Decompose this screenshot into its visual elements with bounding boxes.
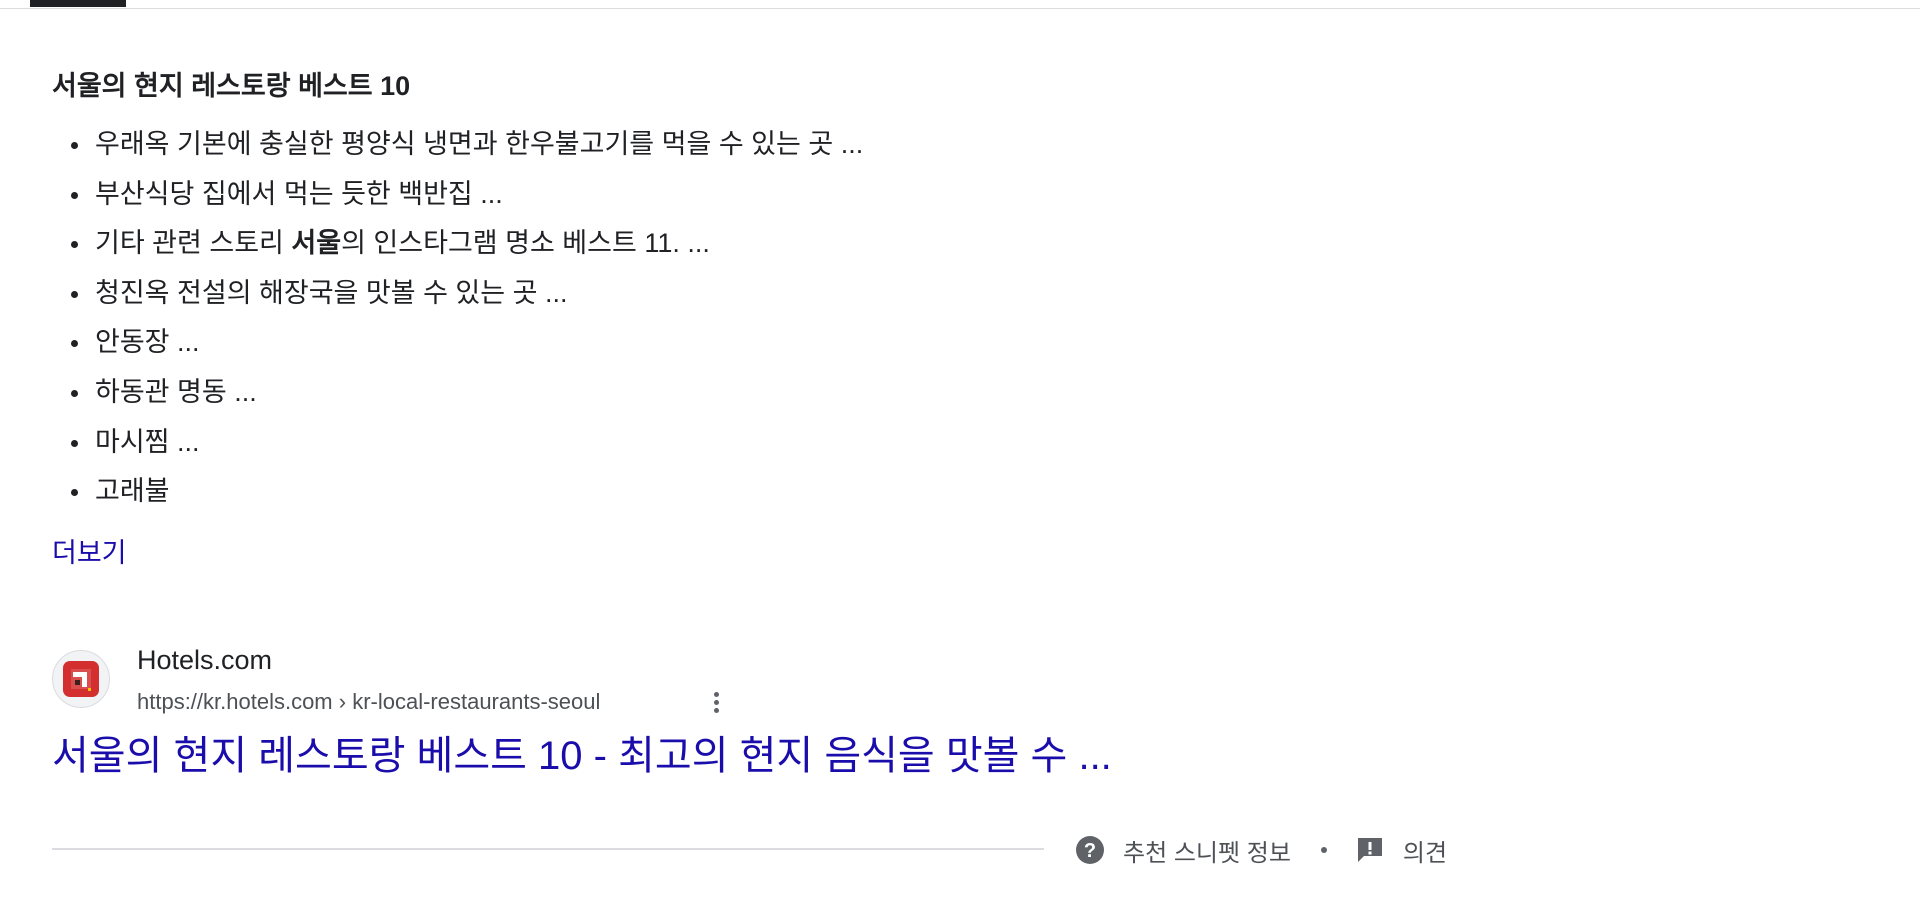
active-tab-indicator: [30, 0, 126, 7]
snippet-list: 우래옥 기본에 충실한 평양식 냉면과 한우불고기를 먹을 수 있는 곳 ...…: [52, 120, 1452, 517]
tab-bar-divider: [0, 8, 1920, 9]
feedback-icon: [1357, 838, 1382, 862]
featured-snippet: 서울의 현지 레스토랑 베스트 10 우래옥 기본에 충실한 평양식 냉면과 한…: [52, 66, 1452, 573]
snippet-title: 서울의 현지 레스토랑 베스트 10: [52, 71, 411, 101]
hotels-logo-icon: [63, 661, 99, 697]
list-item-highlight: 서울: [291, 228, 342, 259]
list-item: 하동관 명동 ...: [52, 368, 1452, 418]
more-vert-icon[interactable]: [700, 686, 732, 718]
list-item-text: 기타 관련 스토리: [95, 228, 292, 259]
list-item: 마시찜 ...: [52, 418, 1452, 468]
list-item: 부산식당 집에서 먹는 듯한 백반집 ...: [52, 170, 1452, 220]
site-url: https://kr.hotels.com › kr-local-restaur…: [137, 689, 601, 714]
about-snippet-button[interactable]: ? 추천 스니펫 정보: [1075, 833, 1291, 868]
help-circle-icon: ?: [1076, 836, 1104, 864]
separator-dot: [1320, 847, 1327, 853]
snippet-footer: ? 추천 스니펫 정보 의견: [1075, 833, 1447, 868]
site-favicon[interactable]: [52, 650, 110, 708]
footer-divider: [52, 848, 1044, 850]
feedback-label: 의견: [1402, 839, 1448, 867]
about-snippet-label: 추천 스니펫 정보: [1123, 839, 1291, 867]
result-title-link[interactable]: 서울의 현지 레스토랑 베스트 10 - 최고의 현지 음식을 맛볼 수 ...: [52, 732, 1112, 780]
site-name: Hotels.com: [137, 645, 273, 675]
list-item: 기타 관련 스토리 서울의 인스타그램 명소 베스트 11. ...: [52, 219, 1452, 269]
feedback-button[interactable]: 의견: [1355, 833, 1447, 868]
list-item: 고래불: [52, 467, 1452, 517]
svg-text:?: ?: [1084, 840, 1096, 862]
list-item: 우래옥 기본에 충실한 평양식 냉면과 한우불고기를 먹을 수 있는 곳 ...: [52, 120, 1452, 170]
list-item: 안동장 ...: [52, 318, 1452, 368]
list-item-text: 의 인스타그램 명소 베스트 11. ...: [341, 228, 710, 259]
list-item: 청진옥 전설의 해장국을 맛볼 수 있는 곳 ...: [52, 269, 1452, 319]
more-link[interactable]: 더보기: [52, 533, 127, 573]
